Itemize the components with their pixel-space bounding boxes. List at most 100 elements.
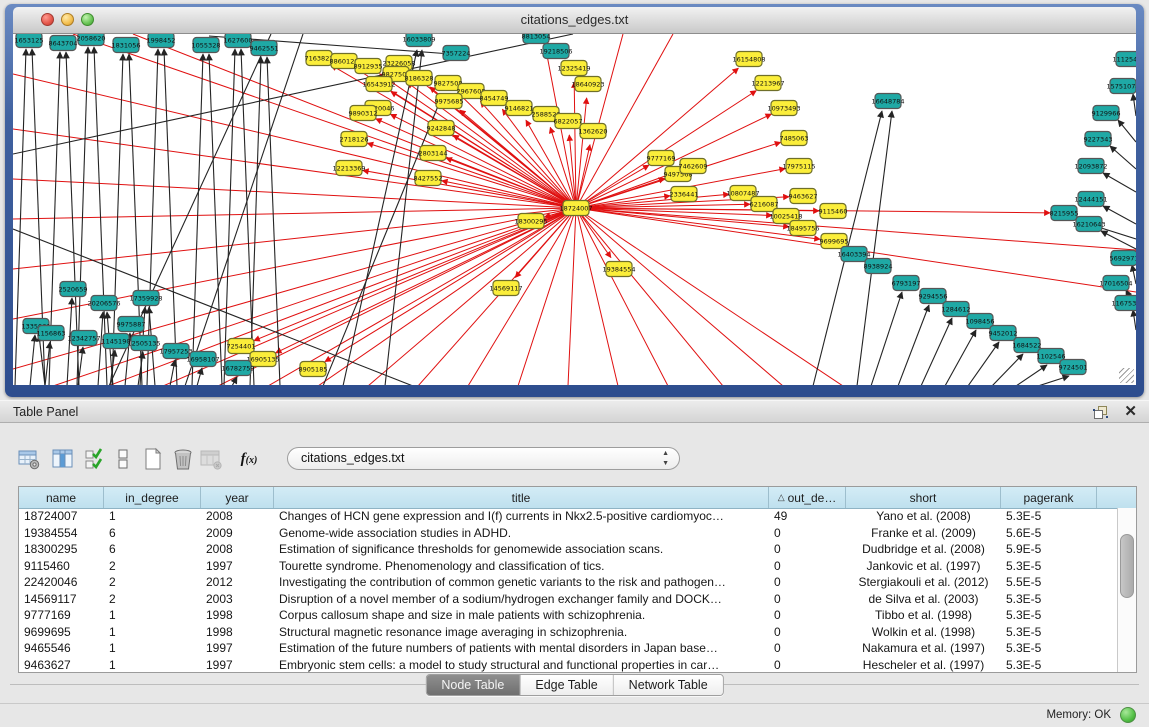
graph-node[interactable]: 20206576 — [87, 296, 120, 311]
graph-node[interactable]: 8454749 — [480, 91, 509, 106]
scrollbar-thumb[interactable] — [1120, 534, 1134, 598]
graph-node[interactable]: 18724007 — [559, 201, 592, 216]
graph-node[interactable]: 8905185 — [299, 362, 328, 377]
table-row[interactable]: 969969511998Structural magnetic resonanc… — [19, 624, 1118, 641]
table-settings-button[interactable] — [16, 446, 42, 472]
vertical-scrollbar[interactable] — [1117, 508, 1136, 672]
graph-node[interactable]: 1284612 — [942, 302, 971, 317]
graph-node[interactable]: 12213967 — [751, 76, 784, 91]
graph-node[interactable]: 9115460 — [819, 204, 848, 219]
table-row[interactable]: 946554611997Estimation of the future num… — [19, 640, 1118, 657]
graph-node[interactable]: 9129966 — [1092, 106, 1121, 121]
graph-node[interactable]: 2336441 — [670, 187, 699, 202]
graph-node[interactable]: 1653125 — [15, 34, 44, 48]
function-builder-button[interactable]: f(x) — [232, 446, 266, 472]
graph-node[interactable]: 9294556 — [919, 289, 948, 304]
graph-node[interactable]: 8938924 — [864, 259, 893, 274]
tab-network-table[interactable]: Network Table — [614, 675, 723, 695]
graph-node[interactable]: 8912935 — [354, 59, 383, 74]
column-header-out_de[interactable]: △out_de… — [769, 487, 846, 508]
citation-network-graph[interactable]: 1872400771638228860128891293523226058982… — [13, 34, 1136, 385]
graph-node[interactable]: 16154808 — [732, 52, 765, 67]
graph-node[interactable]: 2803144 — [419, 146, 448, 161]
column-header-year[interactable]: year — [201, 487, 274, 508]
column-header-title[interactable]: title — [274, 487, 769, 508]
close-panel-icon[interactable]: ✕ — [1124, 402, 1137, 420]
graph-node[interactable]: 1145190 — [102, 334, 131, 349]
graph-node[interactable]: 19218506 — [539, 44, 572, 59]
graph-node[interactable]: 16782759 — [221, 361, 254, 376]
graph-node[interactable]: 17359928 — [129, 291, 162, 306]
table-row[interactable]: 1872400712008Changes of HCN gene express… — [19, 508, 1118, 525]
graph-node[interactable]: 9463627 — [789, 189, 818, 204]
graph-node[interactable]: 17016504 — [1099, 276, 1132, 291]
graph-node[interactable]: 2058620 — [77, 34, 106, 46]
graph-node[interactable]: 7357224 — [442, 46, 471, 61]
graph-node[interactable]: 19384554 — [602, 262, 635, 277]
show-columns-button[interactable] — [50, 446, 76, 472]
graph-node[interactable]: 9146821 — [505, 101, 534, 116]
graph-node[interactable]: 12213369 — [332, 161, 365, 176]
graph-node[interactable]: 15751074 — [1106, 79, 1136, 94]
graph-node[interactable]: 12342757 — [67, 331, 100, 346]
graph-node[interactable]: 9462551 — [250, 41, 279, 56]
graph-node[interactable]: 12325419 — [557, 61, 590, 76]
graph-node[interactable]: 6793197 — [892, 276, 921, 291]
graph-node[interactable]: 9890312 — [349, 106, 378, 121]
graph-node[interactable]: 1831056 — [112, 38, 141, 53]
delete-table-button[interactable] — [170, 446, 196, 472]
graph-node[interactable]: 7254401 — [227, 339, 256, 354]
network-canvas[interactable]: 1872400771638228860128891293523226058982… — [13, 34, 1136, 385]
graph-node[interactable]: 16033809 — [402, 34, 435, 47]
column-header-name[interactable]: name — [19, 487, 104, 508]
graph-node[interactable]: 16210643 — [1072, 217, 1105, 232]
tab-node-table[interactable]: Node Table — [426, 675, 520, 695]
graph-node[interactable]: 16648784 — [871, 94, 904, 109]
graph-node[interactable]: 9452012 — [989, 326, 1018, 341]
column-header-in_degree[interactable]: in_degree — [104, 487, 201, 508]
graph-node[interactable]: 1627600 — [224, 34, 253, 48]
graph-node[interactable]: 8186328 — [405, 71, 434, 86]
graph-node[interactable]: 6822057 — [554, 114, 583, 129]
graph-node[interactable]: 1362620 — [579, 124, 608, 139]
graph-node[interactable]: 2520659 — [59, 282, 88, 297]
table-row[interactable]: 911546021997Tourette syndrome. Phenomeno… — [19, 558, 1118, 575]
graph-node[interactable]: 16543912 — [362, 77, 395, 92]
graph-node[interactable]: 11675334 — [1111, 296, 1136, 311]
graph-node[interactable]: 1055328 — [192, 38, 221, 53]
graph-node[interactable]: 18640923 — [571, 77, 604, 92]
column-header-short[interactable]: short — [846, 487, 1001, 508]
float-window-icon[interactable] — [1092, 404, 1109, 421]
graph-node[interactable]: 8813054 — [522, 34, 551, 44]
network-window-titlebar[interactable]: citations_edges.txt — [13, 7, 1136, 34]
graph-node[interactable]: 12444151 — [1074, 192, 1107, 207]
graph-node[interactable]: 1098456 — [966, 314, 995, 329]
import-table-button[interactable] — [198, 446, 224, 472]
graph-node[interactable]: 8215955 — [1050, 206, 1079, 221]
graph-node[interactable]: 7462609 — [679, 159, 708, 174]
unselect-all-columns-button[interactable] — [110, 446, 136, 472]
graph-node[interactable]: 18495756 — [786, 221, 819, 236]
graph-node[interactable]: 18300295 — [514, 214, 547, 229]
graph-node[interactable]: 1998452 — [147, 34, 176, 48]
graph-node[interactable]: 17975115 — [782, 159, 815, 174]
table-row[interactable]: 1830029562008Estimation of significance … — [19, 541, 1118, 558]
graph-node[interactable]: 7485063 — [780, 131, 809, 146]
graph-node[interactable]: 1156863 — [37, 326, 66, 341]
graph-node[interactable]: 1684522 — [1013, 338, 1042, 353]
graph-node[interactable]: 9975887 — [117, 317, 146, 332]
graph-node[interactable]: 8643704 — [49, 36, 78, 51]
graph-node[interactable]: 9975685 — [435, 94, 464, 109]
graph-node[interactable]: 14569117 — [489, 281, 522, 296]
graph-node[interactable]: 2718126 — [340, 132, 369, 147]
graph-node[interactable]: 12505135 — [127, 336, 160, 351]
graph-node[interactable]: 9777169 — [647, 151, 676, 166]
table-row[interactable]: 946362711997Embryonic stem cells: a mode… — [19, 657, 1118, 674]
graph-node[interactable]: 8427552 — [414, 171, 443, 186]
table-chooser-dropdown[interactable]: citations_edges.txt ▲▼ — [287, 447, 680, 470]
graph-node[interactable]: 11125408 — [1112, 52, 1136, 67]
graph-node[interactable]: 9227343 — [1084, 132, 1113, 147]
graph-node[interactable]: 12093872 — [1074, 159, 1107, 174]
column-header-pagerank[interactable]: pagerank — [1001, 487, 1097, 508]
graph-node[interactable]: 9242848 — [427, 121, 456, 136]
